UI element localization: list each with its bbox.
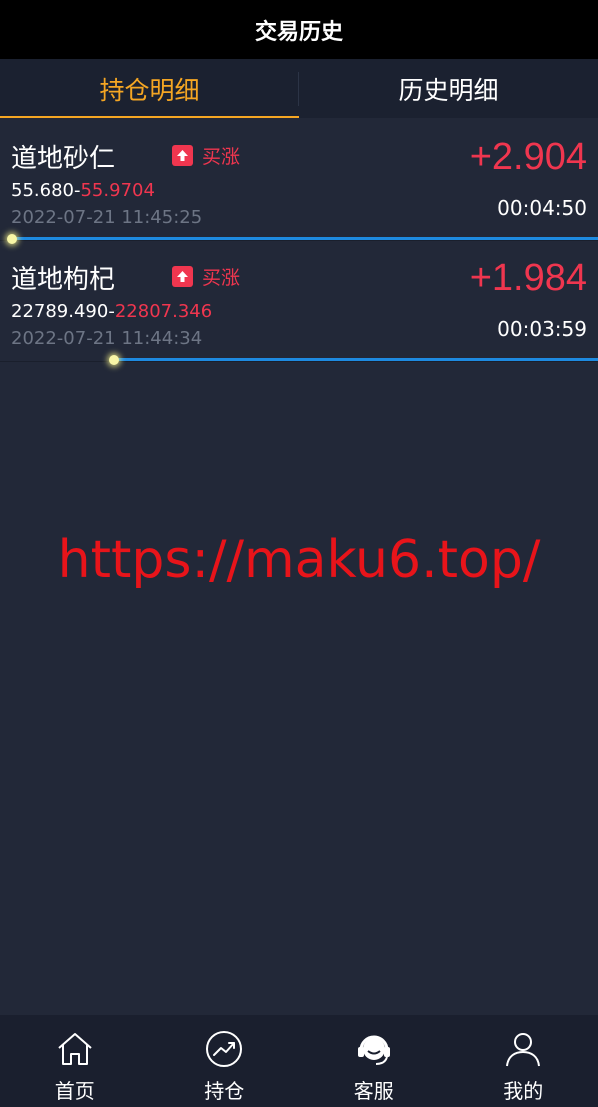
home-icon <box>58 1033 92 1065</box>
price-range: 55.680-55.9704 <box>11 180 155 201</box>
tab-history[interactable]: 历史明细 <box>299 59 598 118</box>
progress-indicator-dot <box>108 355 119 365</box>
up-arrow-icon <box>172 145 193 166</box>
tab-bar: 持仓明细 历史明细 <box>0 59 598 118</box>
title-bar: 交易历史 <box>0 0 598 59</box>
price-range: 22789.490-22807.346 <box>11 301 212 322</box>
user-icon <box>506 1033 541 1067</box>
time-progress-fill <box>113 358 598 361</box>
time-progress <box>0 355 598 365</box>
countdown-timer: 00:04:50 <box>497 196 587 220</box>
time-progress-fill <box>11 237 598 240</box>
current-price: 22807.346 <box>114 301 213 322</box>
direction-label: 买涨 <box>202 146 241 168</box>
page-title: 交易历史 <box>254 19 343 45</box>
product-name: 道地砂仁 <box>11 144 116 174</box>
nav-support-label: 客服 <box>353 1079 394 1103</box>
product-name: 道地枸杞 <box>11 265 116 295</box>
tab-divider <box>298 72 299 106</box>
countdown-timer: 00:03:59 <box>497 317 587 341</box>
nav-support[interactable]: 客服 <box>299 1015 449 1107</box>
nav-holdings-label: 持仓 <box>204 1079 245 1103</box>
tab-holdings[interactable]: 持仓明细 <box>0 59 299 118</box>
nav-holdings[interactable]: 持仓 <box>150 1015 300 1107</box>
chart-circle-icon <box>206 1031 243 1067</box>
current-price: 55.9704 <box>80 180 155 201</box>
nav-home[interactable]: 首页 <box>0 1015 150 1107</box>
watermark-url: https://maku6.top/ <box>57 530 541 590</box>
position-row[interactable]: 道地砂仁 买涨 55.680-55.9704 2022-07-21 11:45:… <box>0 120 598 244</box>
direction-badge: 买涨 <box>172 263 240 290</box>
position-row[interactable]: 道地枸杞 买涨 22789.490-22807.346 2022-07-21 1… <box>0 241 598 365</box>
open-time: 2022-07-21 11:44:34 <box>11 328 203 349</box>
direction-badge: 买涨 <box>172 142 240 169</box>
app-root: 交易历史 持仓明细 历史明细 道地砂仁 买涨 55.680-55.9704 20… <box>0 0 598 1107</box>
nav-profile[interactable]: 我的 <box>449 1015 598 1107</box>
positions-list: 道地砂仁 买涨 55.680-55.9704 2022-07-21 11:45:… <box>0 120 598 365</box>
nav-profile-label: 我的 <box>503 1079 544 1103</box>
profit-value: +2.904 <box>469 136 587 178</box>
profit-value: +1.984 <box>469 257 587 299</box>
nav-home-label: 首页 <box>54 1079 95 1103</box>
up-arrow-icon <box>172 266 193 287</box>
bottom-nav: 首页 持仓 客服 我的 <box>0 1015 598 1107</box>
time-progress <box>0 234 598 244</box>
open-price: 55.680 <box>11 180 74 201</box>
direction-label: 买涨 <box>202 267 241 289</box>
open-price: 22789.490 <box>11 301 109 322</box>
headset-icon <box>357 1035 390 1065</box>
open-time: 2022-07-21 11:45:25 <box>11 207 203 228</box>
